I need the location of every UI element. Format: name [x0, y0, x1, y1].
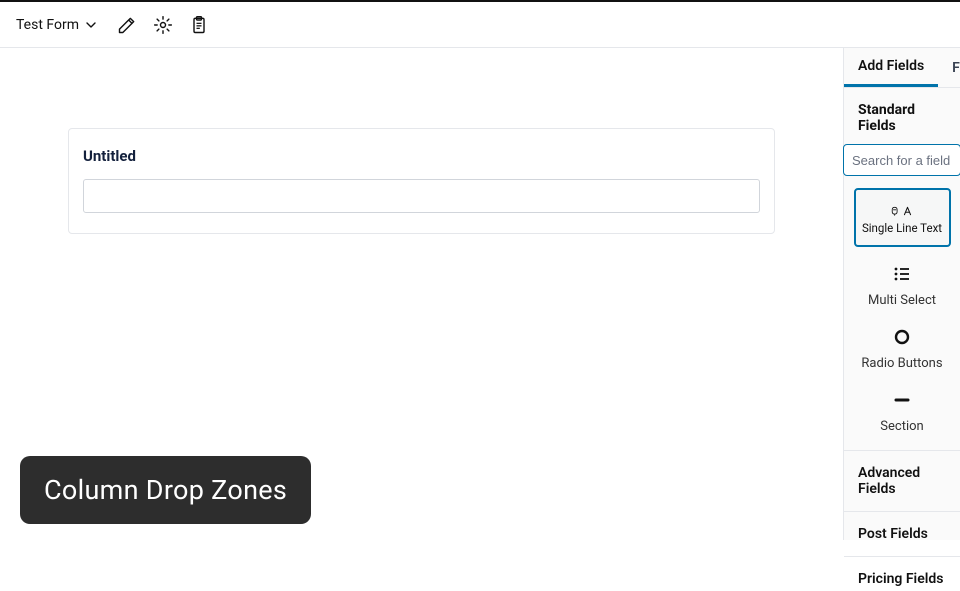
section-post-fields[interactable]: Post Fields	[844, 511, 960, 556]
radio-icon	[848, 328, 956, 346]
palette-multi-select[interactable]: Multi Select	[844, 253, 960, 316]
overlay-caption: Column Drop Zones	[20, 456, 311, 524]
search-input[interactable]	[843, 144, 960, 176]
section-pricing-fields[interactable]: Pricing Fields	[844, 556, 960, 591]
minus-icon	[848, 391, 956, 409]
chevron-down-icon	[85, 19, 97, 31]
form-field-untitled[interactable]: Untitled	[68, 128, 775, 234]
palette-label: Multi Select	[848, 293, 956, 308]
tab-add-fields[interactable]: Add Fields	[844, 48, 938, 87]
section-standard-fields[interactable]: Standard Fields	[844, 88, 960, 144]
palette-label: Single Line Text	[860, 221, 945, 235]
form-switcher[interactable]: Test Form	[16, 17, 97, 33]
clipboard-icon[interactable]	[189, 15, 209, 35]
palette-radio-buttons[interactable]: Radio Buttons	[844, 316, 960, 379]
sidebar-tabs: Add Fields Fiel	[844, 48, 960, 88]
palette-label: Section	[848, 419, 956, 434]
search-wrap	[843, 144, 960, 186]
top-icons	[117, 15, 209, 35]
section-advanced-fields[interactable]: Advanced Fields	[844, 450, 960, 511]
sidebar: Add Fields Fiel Standard Fields Sing	[843, 48, 960, 540]
pencil-icon[interactable]	[117, 15, 137, 35]
palette-single-line-text[interactable]: Single Line Text	[854, 188, 951, 247]
gear-icon[interactable]	[153, 15, 173, 35]
grab-text-icon	[891, 200, 913, 219]
tab-field-settings[interactable]: Fiel	[938, 48, 960, 87]
field-label: Untitled	[83, 147, 760, 165]
palette-section[interactable]: Section	[844, 379, 960, 442]
field-palette: Single Line Text Multi Select Radio Butt…	[844, 186, 960, 450]
palette-label: Radio Buttons	[848, 356, 956, 371]
top-bar: Test Form	[0, 0, 960, 48]
list-icon	[848, 265, 956, 283]
form-name: Test Form	[16, 17, 79, 33]
field-input[interactable]	[83, 179, 760, 213]
